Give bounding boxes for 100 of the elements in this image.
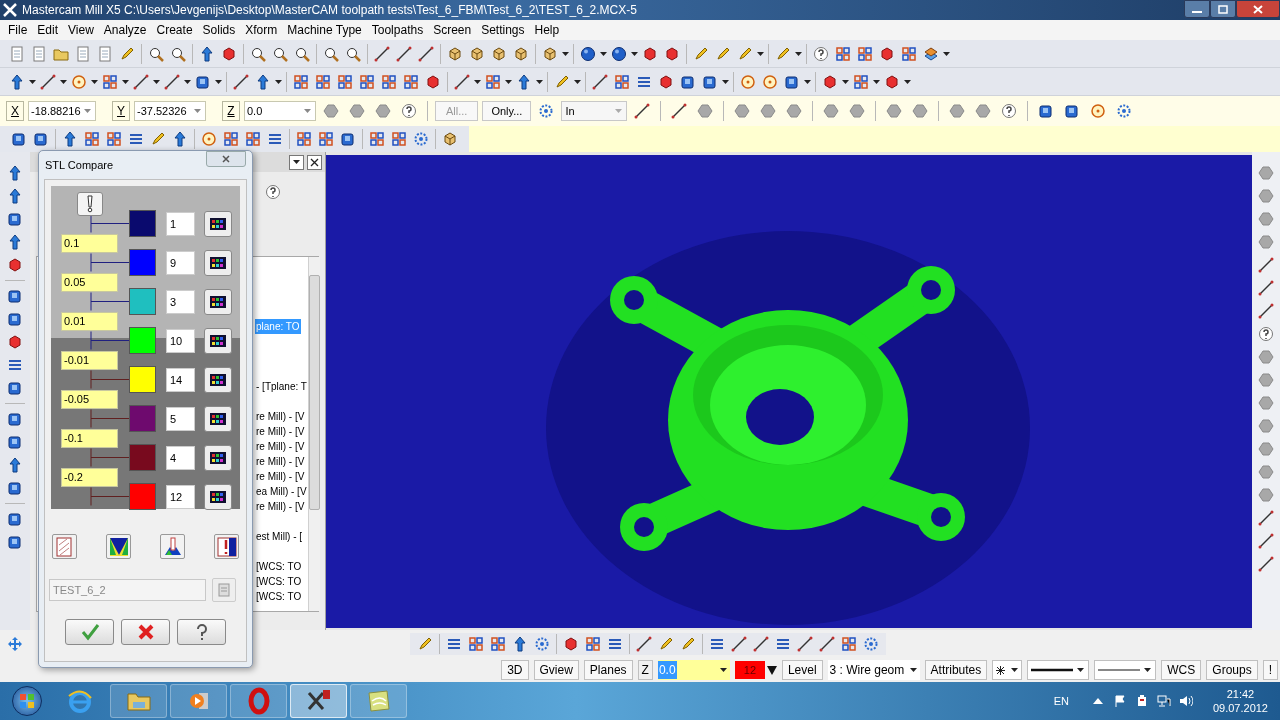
connector-line — [90, 331, 130, 350]
wcs-button[interactable]: WCS — [1161, 660, 1202, 680]
close-icon — [310, 157, 319, 167]
tolerance-field[interactable]: 0.1 — [61, 233, 118, 253]
operation-item[interactable]: - [Tplane: T — [255, 379, 308, 394]
color-picker-button[interactable] — [204, 327, 232, 354]
color-picker-button[interactable] — [204, 249, 232, 276]
view-button[interactable]: 3D — [501, 660, 529, 680]
operation-item[interactable]: re Mill) - [V — [255, 409, 306, 424]
coordinate-field[interactable]: 0.0 — [244, 101, 316, 121]
menu-item[interactable]: Settings — [476, 21, 530, 39]
dialog-title: STL Compare — [45, 157, 115, 173]
windows-logo-icon — [19, 693, 35, 709]
shaded-triangles-icon[interactable] — [106, 534, 131, 559]
palette-icon — [210, 334, 226, 347]
menu-item[interactable]: Xform — [240, 21, 283, 39]
menu-item[interactable]: Analyze — [98, 21, 152, 39]
color-picker-button[interactable] — [204, 483, 232, 510]
menu-item[interactable]: Edit — [32, 21, 64, 39]
selection-mode-dropdown[interactable]: In — [561, 101, 628, 121]
attributes-button[interactable]: Attributes — [924, 660, 988, 680]
cancel-button[interactable] — [121, 619, 170, 645]
menu-item[interactable]: View — [63, 21, 99, 39]
operation-item[interactable]: re Mill) - [V — [255, 454, 306, 469]
count-field: 1 — [166, 211, 195, 236]
folder-icon[interactable] — [110, 684, 167, 718]
panel-menu-button[interactable] — [289, 154, 304, 170]
line-width-dropdown[interactable] — [1094, 660, 1157, 680]
network-icon[interactable] — [1156, 694, 1171, 708]
count-field: 9 — [166, 250, 195, 275]
close-icon — [221, 155, 231, 163]
operation-item[interactable]: ea Mill) - [V — [255, 484, 308, 499]
line-icon — [1098, 668, 1141, 672]
color-picker-button[interactable] — [204, 366, 232, 393]
menu-item[interactable]: Screen — [428, 21, 477, 39]
window-title: Mastercam Mill X5 C:\Users\Jevgenijs\Desktop\MasterCAM toolpath tests\Test_6_FBM\Test_6_2\TEST_6_2.MCX-5 — [22, 2, 637, 19]
operation-item[interactable]: [WCS: TO — [255, 574, 303, 589]
clock-date[interactable]: 09.07.2012 — [1212, 701, 1268, 715]
coordinate-field[interactable]: -18.88216 — [28, 101, 96, 121]
tolerance-field[interactable]: -0.01 — [61, 350, 118, 370]
menu-item[interactable]: Toolpaths — [366, 21, 429, 39]
menu-item[interactable]: Machine Type — [282, 21, 367, 39]
help-button[interactable] — [177, 619, 226, 645]
caret-icon — [1011, 668, 1019, 672]
operation-item[interactable]: re Mill) - [V — [255, 469, 306, 484]
ok-button[interactable] — [65, 619, 114, 645]
x5-logo-icon[interactable] — [290, 684, 347, 718]
tolerance-field[interactable]: -0.2 — [61, 467, 118, 487]
compare-frame-icon[interactable] — [214, 534, 239, 559]
info-button[interactable]: ! — [1262, 660, 1278, 680]
color-picker-button[interactable] — [204, 444, 232, 471]
start-button[interactable] — [12, 686, 42, 716]
menu-item[interactable]: Create — [151, 21, 198, 39]
groups-button[interactable]: Groups — [1206, 660, 1258, 680]
count-field: 10 — [166, 328, 195, 353]
menu-item[interactable]: Help — [529, 21, 565, 39]
palette-icon — [210, 490, 226, 503]
gview-button[interactable]: Gview — [533, 660, 579, 680]
maximize-button[interactable] — [1210, 0, 1236, 18]
color-picker-button[interactable] — [204, 210, 232, 237]
level-dropdown[interactable]: 3 : Wire geom — [827, 660, 920, 680]
tolerance-field[interactable]: -0.1 — [61, 428, 118, 448]
level-button[interactable]: Level — [781, 660, 823, 680]
operation-item[interactable]: [WCS: TO — [255, 589, 303, 604]
caret-icon — [766, 665, 777, 675]
line-style-dropdown[interactable] — [1027, 660, 1090, 680]
select-only-button[interactable]: Only... — [482, 101, 532, 121]
axis-label: X — [6, 101, 24, 121]
clock-time[interactable]: 21:42 — [1226, 687, 1255, 701]
palette-icon — [210, 373, 226, 386]
operation-item[interactable]: est Mill) - [ — [255, 529, 304, 544]
color-picker-button[interactable] — [204, 405, 232, 432]
menu-item[interactable]: Solids — [197, 21, 241, 39]
planes-button[interactable]: Planes — [583, 660, 633, 680]
count-field: 12 — [166, 484, 195, 509]
warning-button[interactable] — [77, 192, 103, 216]
coordinate-field[interactable]: -37.52326 — [134, 101, 206, 121]
panel-close-button[interactable] — [307, 154, 322, 170]
caret-icon — [1144, 668, 1152, 672]
palette-icon — [210, 295, 226, 308]
color-picker-button[interactable] — [204, 288, 232, 315]
count-field: 5 — [166, 406, 195, 431]
language-indicator[interactable]: EN — [1053, 692, 1069, 710]
close-button[interactable] — [1236, 0, 1280, 18]
scrollbar[interactable] — [307, 257, 320, 611]
tolerance-field[interactable]: -0.05 — [61, 389, 118, 409]
tolerance-field[interactable]: 0.05 — [61, 272, 118, 292]
graphics-viewport[interactable] — [326, 155, 1252, 628]
flag-icon[interactable] — [1112, 694, 1127, 708]
section-view-icon[interactable] — [160, 534, 185, 559]
operation-item[interactable]: re Mill) - [V — [255, 439, 306, 454]
operation-item[interactable]: re Mill) - [V — [255, 424, 306, 439]
operation-item[interactable]: re Mill) - [V — [255, 499, 306, 514]
speaker-icon[interactable] — [1178, 694, 1193, 708]
operation-item[interactable]: [WCS: TO — [255, 559, 303, 574]
menu-item[interactable]: File — [3, 21, 33, 39]
point-style-dropdown[interactable] — [992, 660, 1023, 680]
minimize-button[interactable] — [1184, 0, 1210, 18]
tolerance-field[interactable]: 0.01 — [61, 311, 118, 331]
hatched-frame-icon[interactable] — [52, 534, 77, 559]
